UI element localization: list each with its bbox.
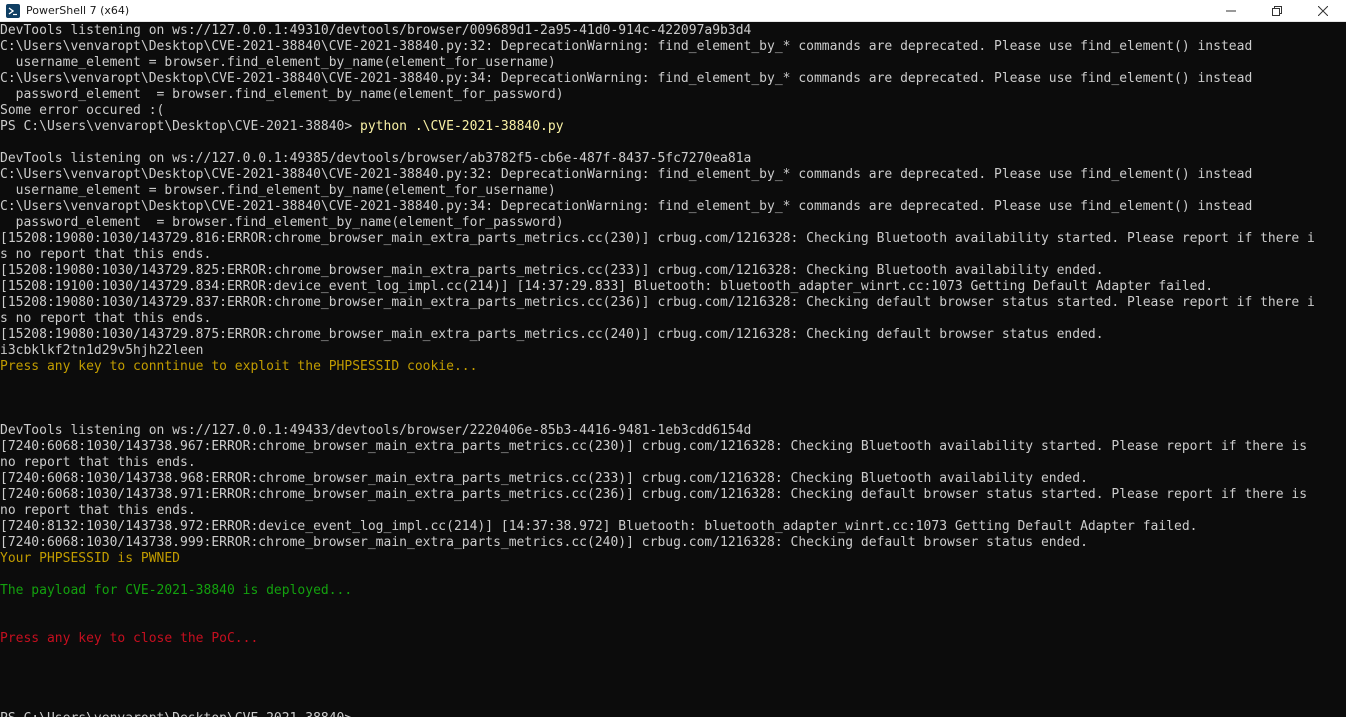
console-line: s no report that this ends. xyxy=(0,311,1346,327)
console-line: no report that this ends. xyxy=(0,455,1346,471)
console-line-text: Press any key to close the PoC... xyxy=(0,631,259,646)
console-line: [15208:19080:1030/143729.816:ERROR:chrom… xyxy=(0,231,1346,247)
console-line-text: [15208:19080:1030/143729.825:ERROR:chrom… xyxy=(0,263,1104,278)
console-line: C:\Users\venvaropt\Desktop\CVE-2021-3884… xyxy=(0,167,1346,183)
console-line: C:\Users\venvaropt\Desktop\CVE-2021-3884… xyxy=(0,71,1346,87)
console-line-text: s no report that this ends. xyxy=(0,311,212,326)
console-line-text: The payload for CVE-2021-38840 is deploy… xyxy=(0,583,353,598)
console-line: Press any key to close the PoC... xyxy=(0,631,1346,647)
console-line: [7240:8132:1030/143738.972:ERROR:device_… xyxy=(0,519,1346,535)
console-line: Press any key to conntinue to exploit th… xyxy=(0,359,1346,375)
console-line-text: s no report that this ends. xyxy=(0,247,212,262)
console-line-text: DevTools listening on ws://127.0.0.1:493… xyxy=(0,151,752,166)
console-line: DevTools listening on ws://127.0.0.1:493… xyxy=(0,151,1346,167)
console-line-text: [7240:6068:1030/143738.999:ERROR:chrome_… xyxy=(0,535,1088,550)
console-line-text: Some error occured :( xyxy=(0,103,165,118)
console-line-text: password_element = browser.find_element_… xyxy=(0,215,564,230)
console-line: C:\Users\venvaropt\Desktop\CVE-2021-3884… xyxy=(0,199,1346,215)
console-line: [7240:6068:1030/143738.968:ERROR:chrome_… xyxy=(0,471,1346,487)
console-line-text: [7240:6068:1030/143738.971:ERROR:chrome_… xyxy=(0,487,1308,502)
console-line-text: [7240:6068:1030/143738.967:ERROR:chrome_… xyxy=(0,439,1308,454)
console-line: [7240:6068:1030/143738.967:ERROR:chrome_… xyxy=(0,439,1346,455)
console-line: no report that this ends. xyxy=(0,503,1346,519)
console-line: C:\Users\venvaropt\Desktop\CVE-2021-3884… xyxy=(0,39,1346,55)
console-line-text: no report that this ends. xyxy=(0,455,196,470)
console-line: password_element = browser.find_element_… xyxy=(0,215,1346,231)
console-line: Your PHPSESSID is PWNED xyxy=(0,551,1346,567)
restore-icon xyxy=(1272,6,1282,16)
console-line-text: [15208:19080:1030/143729.816:ERROR:chrom… xyxy=(0,231,1315,246)
console-line: [15208:19100:1030/143729.834:ERROR:devic… xyxy=(0,279,1346,295)
console-line: [15208:19080:1030/143729.837:ERROR:chrom… xyxy=(0,295,1346,311)
console-line-text: Press any key to conntinue to exploit th… xyxy=(0,359,478,374)
console-line-text: Your PHPSESSID is PWNED xyxy=(0,551,181,566)
console-line-text: C:\Users\venvaropt\Desktop\CVE-2021-3884… xyxy=(0,167,1253,182)
console-line-text: username_element = browser.find_element_… xyxy=(0,55,556,70)
console-line: username_element = browser.find_element_… xyxy=(0,55,1346,71)
powershell-icon xyxy=(6,3,20,18)
console-line-text: [15208:19100:1030/143729.834:ERROR:devic… xyxy=(0,279,1214,294)
console-line-text: C:\Users\venvaropt\Desktop\CVE-2021-3884… xyxy=(0,39,1253,54)
console-line-text: PS C:\Users\venvaropt\Desktop\CVE-2021-3… xyxy=(0,711,360,717)
console-line: PS C:\Users\venvaropt\Desktop\CVE-2021-3… xyxy=(0,119,1346,135)
console-line-text: no report that this ends. xyxy=(0,503,196,518)
console-line-text: [15208:19080:1030/143729.837:ERROR:chrom… xyxy=(0,295,1315,310)
console-line-text: username_element = browser.find_element_… xyxy=(0,183,556,198)
console-line-text: C:\Users\venvaropt\Desktop\CVE-2021-3884… xyxy=(0,199,1253,214)
window-controls xyxy=(1208,0,1346,22)
console-line: [7240:6068:1030/143738.971:ERROR:chrome_… xyxy=(0,487,1346,503)
console-line: s no report that this ends. xyxy=(0,247,1346,263)
maximize-button[interactable] xyxy=(1254,0,1300,22)
console-output[interactable]: DevTools listening on ws://127.0.0.1:493… xyxy=(0,22,1346,717)
console-line-text: DevTools listening on ws://127.0.0.1:493… xyxy=(0,23,752,38)
terminal-window: PowerShell 7 (x64) DevTools listening on… xyxy=(0,0,1346,717)
console-line: [15208:19080:1030/143729.875:ERROR:chrom… xyxy=(0,327,1346,343)
console-line: Some error occured :( xyxy=(0,103,1346,119)
console-line: password_element = browser.find_element_… xyxy=(0,87,1346,103)
window-title: PowerShell 7 (x64) xyxy=(26,4,130,17)
console-line-text: PS C:\Users\venvaropt\Desktop\CVE-2021-3… xyxy=(0,119,361,134)
console-line: i3cbklkf2tn1d29v5hjh22leen xyxy=(0,343,1346,359)
title-bar[interactable]: PowerShell 7 (x64) xyxy=(0,0,1346,22)
console-line: DevTools listening on ws://127.0.0.1:493… xyxy=(0,23,1346,39)
console-line: username_element = browser.find_element_… xyxy=(0,183,1346,199)
console-line: [7240:6068:1030/143738.999:ERROR:chrome_… xyxy=(0,535,1346,551)
console-line: PS C:\Users\venvaropt\Desktop\CVE-2021-3… xyxy=(0,711,1346,717)
minimize-icon xyxy=(1226,10,1236,12)
console-line-text: [7240:6068:1030/143738.968:ERROR:chrome_… xyxy=(0,471,1088,486)
console-line-text: [7240:8132:1030/143738.972:ERROR:device_… xyxy=(0,519,1198,534)
minimize-button[interactable] xyxy=(1208,0,1254,22)
console-line: The payload for CVE-2021-38840 is deploy… xyxy=(0,583,1346,599)
console-command: python .\CVE-2021-38840.py xyxy=(360,119,564,134)
console-line-text: password_element = browser.find_element_… xyxy=(0,87,564,102)
close-icon xyxy=(1318,6,1328,16)
console-line: [15208:19080:1030/143729.825:ERROR:chrom… xyxy=(0,263,1346,279)
console-line: DevTools listening on ws://127.0.0.1:494… xyxy=(0,423,1346,439)
console-line-text: DevTools listening on ws://127.0.0.1:494… xyxy=(0,423,752,438)
console-line-text: [15208:19080:1030/143729.875:ERROR:chrom… xyxy=(0,327,1104,342)
console-line-text: C:\Users\venvaropt\Desktop\CVE-2021-3884… xyxy=(0,71,1253,86)
close-button[interactable] xyxy=(1300,0,1346,22)
console-line-text: i3cbklkf2tn1d29v5hjh22leen xyxy=(0,343,204,358)
